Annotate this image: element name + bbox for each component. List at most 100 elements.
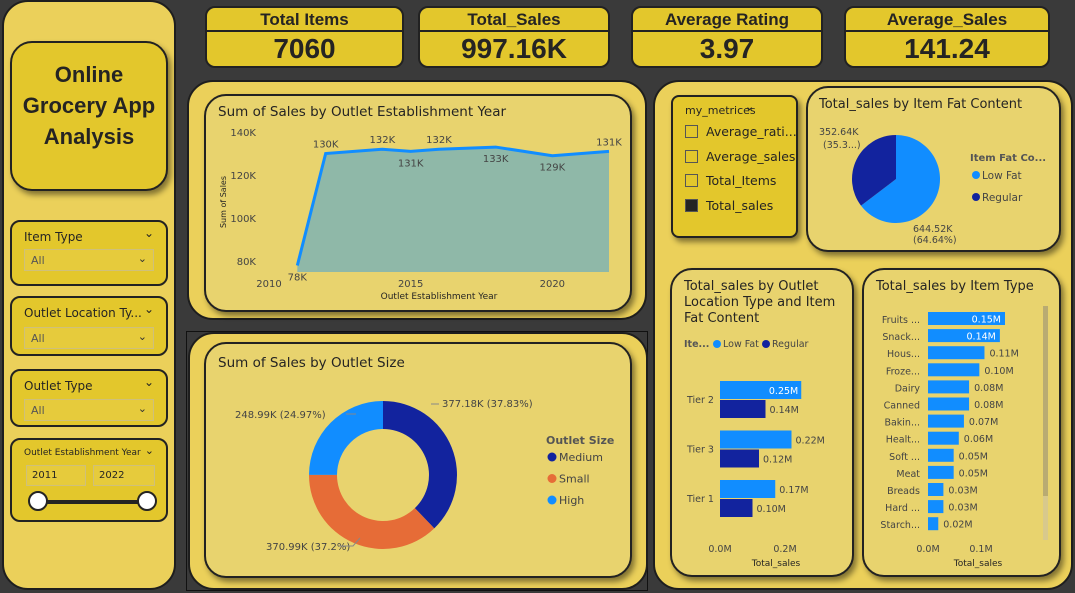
checkbox[interactable] bbox=[685, 198, 698, 212]
year-slider-end-handle[interactable] bbox=[137, 491, 157, 511]
establishment-year-label: Outlet Establishment Year bbox=[24, 448, 141, 458]
bar-tier-2-regular bbox=[720, 400, 766, 418]
metrics-slicer-card[interactable]: my_metrices ⌄ Average_rati... Average_sal… bbox=[671, 95, 798, 238]
y-tick-label: Healt... bbox=[886, 435, 920, 446]
kpi-value: 997.16K bbox=[461, 33, 567, 64]
y-tick-label: Tier 2 bbox=[686, 395, 714, 406]
scrollbar-thumb[interactable] bbox=[1043, 306, 1048, 496]
kpi-average-sales: Average_Sales 141.24 bbox=[844, 6, 1050, 68]
data-label: 0.03M bbox=[948, 503, 977, 514]
outlet-size-donut-chart[interactable]: 377.18K (37.83%) 370.99K (37.2%) 248.99K (… bbox=[206, 344, 634, 580]
y-tick-label: 140K bbox=[230, 128, 256, 139]
metric-option[interactable]: Total_Items bbox=[685, 173, 776, 188]
y-tick-label: Dairy bbox=[895, 383, 921, 394]
legend-title: Item Fat Co... bbox=[970, 153, 1046, 164]
x-tick-label: 2020 bbox=[540, 279, 565, 290]
legend-label: High bbox=[559, 494, 584, 507]
chevron-down-icon: ⌄ bbox=[137, 330, 147, 343]
data-label: 0.12M bbox=[763, 455, 792, 466]
kpi-value: 3.97 bbox=[699, 33, 755, 64]
x-tick-label: 0.0M bbox=[708, 544, 731, 555]
y-tick-label: Tier 1 bbox=[686, 494, 714, 505]
bar bbox=[928, 414, 964, 428]
fat-content-pie-card[interactable]: Total_sales by Item Fat Content 644.52K(… bbox=[806, 86, 1061, 252]
data-label: 644.52K bbox=[913, 224, 953, 235]
bar bbox=[928, 500, 944, 514]
x-axis-title: Total_sales bbox=[751, 559, 801, 569]
donut-chart-card[interactable]: Sum of Sales by Outlet Size 377.18K (37.… bbox=[204, 342, 632, 578]
legend-label: Medium bbox=[559, 451, 603, 464]
year-to-input[interactable]: 2022 bbox=[93, 465, 155, 486]
bar bbox=[928, 346, 985, 360]
bar bbox=[928, 465, 954, 479]
outlet-location-value: All bbox=[31, 332, 45, 345]
establishment-year-slicer[interactable]: Outlet Establishment Year ⌄ 2011 2022 bbox=[10, 438, 168, 522]
metric-option[interactable]: Average_rati... bbox=[685, 124, 797, 139]
kpi-label: Average_Sales bbox=[846, 8, 1048, 32]
fat-content-pie-chart[interactable]: 644.52K(64.64%) 352.64K (35.3...) Item Fat … bbox=[808, 88, 1063, 254]
area-chart-card[interactable]: Sum of Sales by Outlet Establishment Yea… bbox=[204, 94, 632, 312]
data-label: (35.3...) bbox=[823, 140, 861, 151]
data-label: 377.18K (37.83%) bbox=[442, 399, 533, 410]
y-tick-label: Snack... bbox=[882, 332, 920, 343]
data-label: 133K bbox=[483, 154, 509, 165]
y-tick-label: Starch... bbox=[880, 520, 920, 531]
chevron-down-icon: ⌄ bbox=[137, 402, 147, 415]
outlet-location-label: Outlet Location Ty... bbox=[24, 306, 142, 320]
tier-bar-chart[interactable]: Ite... Low Fat Regular Tier 2 0.25M 0.14M Tier… bbox=[672, 270, 856, 579]
x-tick-label: 2010 bbox=[256, 279, 281, 290]
outlet-type-slicer[interactable]: Outlet Type ⌄ All ⌄ bbox=[10, 369, 168, 427]
outlet-location-dropdown[interactable]: All ⌄ bbox=[24, 327, 154, 349]
chevron-down-icon[interactable]: ⌄ bbox=[144, 375, 154, 389]
data-label: 0.05M bbox=[959, 451, 988, 462]
chevron-down-icon[interactable]: ⌄ bbox=[745, 100, 754, 113]
data-label: 0.15M bbox=[972, 315, 1001, 326]
kpi-label: Average Rating bbox=[633, 8, 821, 32]
x-axis-title: Outlet Establishment Year bbox=[381, 292, 498, 302]
checkbox[interactable] bbox=[685, 125, 698, 138]
year-from-input[interactable]: 2011 bbox=[26, 465, 86, 486]
area-chart[interactable]: 80K 100K 120K 140K 2010 2015 2020 78K 130K 132K 13… bbox=[206, 96, 634, 314]
data-label: 129K bbox=[540, 163, 566, 174]
kpi-total-items: Total Items 7060 bbox=[205, 6, 404, 68]
chevron-down-icon[interactable]: ⌄ bbox=[144, 226, 154, 240]
chevron-down-icon[interactable]: ⌄ bbox=[144, 302, 154, 316]
outlet-type-dropdown[interactable]: All ⌄ bbox=[24, 399, 154, 421]
legend-marker bbox=[713, 340, 721, 348]
item-type-slicer[interactable]: Item Type ⌄ All ⌄ bbox=[10, 220, 168, 286]
y-tick-label: Hous... bbox=[887, 349, 920, 360]
legend-marker bbox=[972, 171, 980, 179]
x-tick-label: 0.0M bbox=[916, 544, 939, 555]
data-label: 78K bbox=[288, 273, 308, 284]
checkbox[interactable] bbox=[685, 174, 698, 187]
legend-label: Low Fat bbox=[982, 170, 1022, 182]
y-tick-label: Soft ... bbox=[889, 452, 920, 463]
chevron-down-icon[interactable]: ⌄ bbox=[145, 444, 154, 457]
checkbox[interactable] bbox=[685, 149, 698, 163]
outlet-location-slicer[interactable]: Outlet Location Ty... ⌄ All ⌄ bbox=[10, 296, 168, 356]
item-type-bar-card[interactable]: Total_sales by Item Type Fruits ... 0.15M… bbox=[862, 268, 1061, 577]
data-label: 248.99K (24.97%) bbox=[235, 410, 326, 421]
data-label: 0.14M bbox=[967, 332, 996, 343]
year-slider-track[interactable] bbox=[38, 500, 148, 504]
data-label: 132K bbox=[426, 135, 452, 146]
data-label: 0.07M bbox=[969, 417, 998, 428]
item-type-dropdown[interactable]: All ⌄ bbox=[24, 249, 154, 271]
bar-tier-1-low-fat bbox=[720, 480, 776, 498]
y-tick-label: 80K bbox=[237, 257, 257, 268]
metric-option[interactable]: Average_sales bbox=[685, 149, 795, 164]
data-label: 0.14M bbox=[770, 405, 799, 416]
year-slider-start-handle[interactable] bbox=[28, 491, 48, 511]
data-label: 0.10M bbox=[984, 366, 1013, 377]
data-label: 131K bbox=[596, 137, 622, 148]
metric-option[interactable]: Total_sales bbox=[685, 198, 773, 213]
item-type-value: All bbox=[31, 254, 45, 267]
tier-bar-card[interactable]: Total_sales by Outlet Location Type and … bbox=[670, 268, 854, 577]
y-tick-label: Meat bbox=[896, 469, 920, 480]
y-tick-label: Bakin... bbox=[884, 418, 920, 429]
legend-title: Outlet Size bbox=[546, 434, 614, 447]
outlet-type-label: Outlet Type bbox=[24, 379, 93, 393]
bar bbox=[928, 431, 959, 445]
item-type-bar-chart[interactable]: Fruits ... 0.15M Snack... 0.14M Hous... 0.11M… bbox=[864, 270, 1063, 579]
legend-marker bbox=[547, 474, 557, 483]
